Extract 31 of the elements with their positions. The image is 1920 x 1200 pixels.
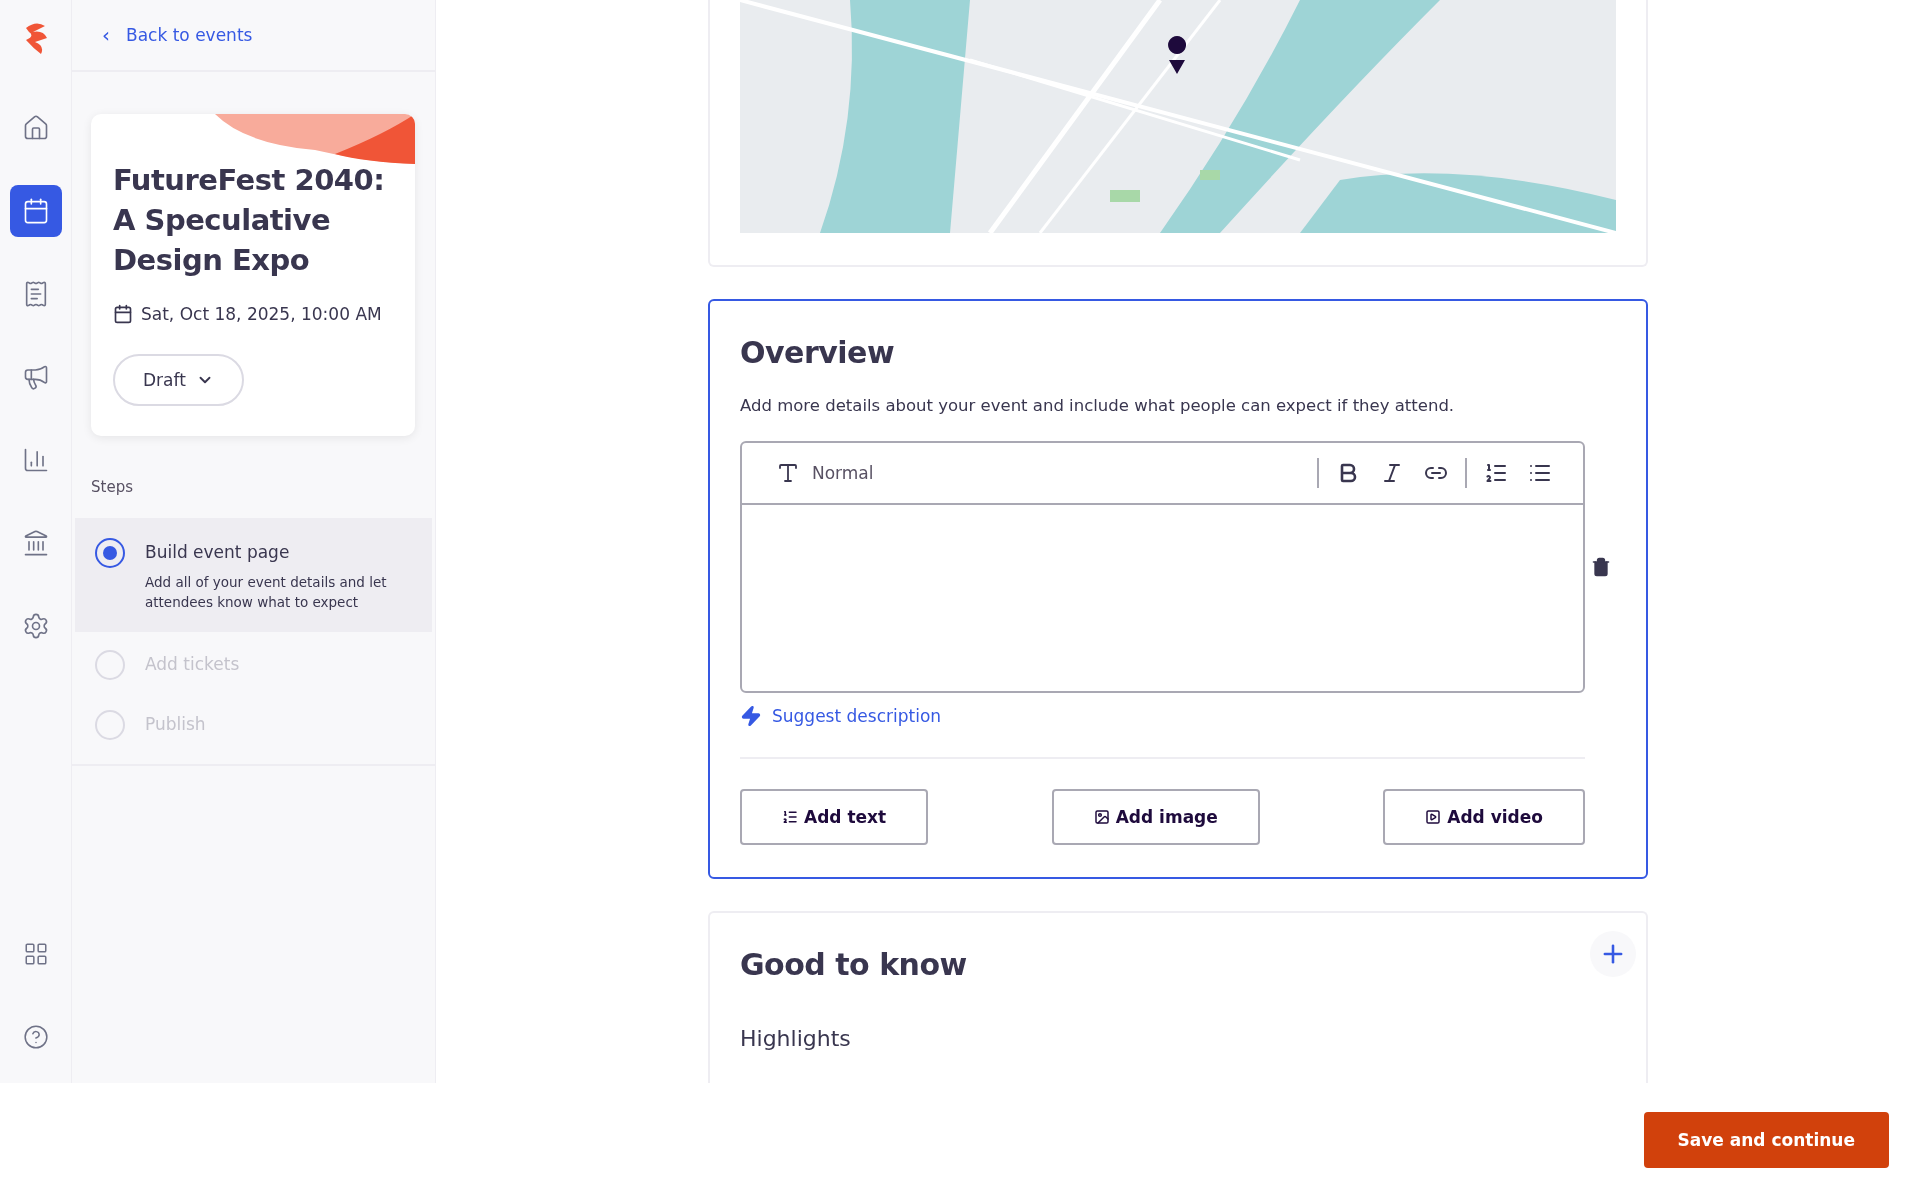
steps-label: Steps (91, 478, 134, 496)
lightning-icon (740, 705, 762, 727)
add-text-button[interactable]: Add text (740, 789, 929, 845)
trash-icon[interactable] (1591, 557, 1611, 577)
status-dropdown[interactable]: Draft (113, 354, 244, 406)
step-item[interactable]: Build event page Add all of your event details and let attendees know what to expect (75, 518, 432, 632)
section-description: Add more details about your event and include what people can expect if they attend. (740, 396, 1456, 415)
section-title: Good to know (740, 947, 968, 982)
calendar-icon (113, 304, 133, 324)
back-icon[interactable]: ‹ (102, 23, 110, 47)
event-date: Sat, Oct 18, 2025, 10:00 AM (141, 304, 382, 324)
section-subtitle: Highlights (740, 1026, 852, 1051)
video-icon (1425, 809, 1442, 825)
step-description: Add all of your event details and let attendees know what to expect (145, 573, 388, 612)
event-title: FutureFest 2040: A Speculative Design Expo (113, 162, 386, 279)
calendar-icon[interactable] (9, 185, 62, 237)
add-image-button[interactable]: Add image (1051, 789, 1260, 845)
list-icon (782, 809, 798, 825)
add-video-button[interactable]: Add video (1383, 789, 1585, 845)
text-editor[interactable]: Normal (740, 441, 1585, 693)
add-icon[interactable] (1590, 931, 1636, 977)
step-title: Build event page (145, 542, 291, 562)
suggest-description-link[interactable]: Suggest description (740, 705, 1616, 727)
suggest-label: Suggest description (772, 706, 942, 726)
image-icon (1093, 809, 1110, 825)
section-title: Overview (740, 335, 896, 370)
back-link[interactable]: Back to events (126, 25, 253, 45)
save-button[interactable]: Save and continue (1643, 1111, 1889, 1168)
text-size-icon (776, 461, 800, 485)
text-style-select[interactable]: Normal (770, 460, 880, 486)
step-radio[interactable] (95, 538, 125, 568)
